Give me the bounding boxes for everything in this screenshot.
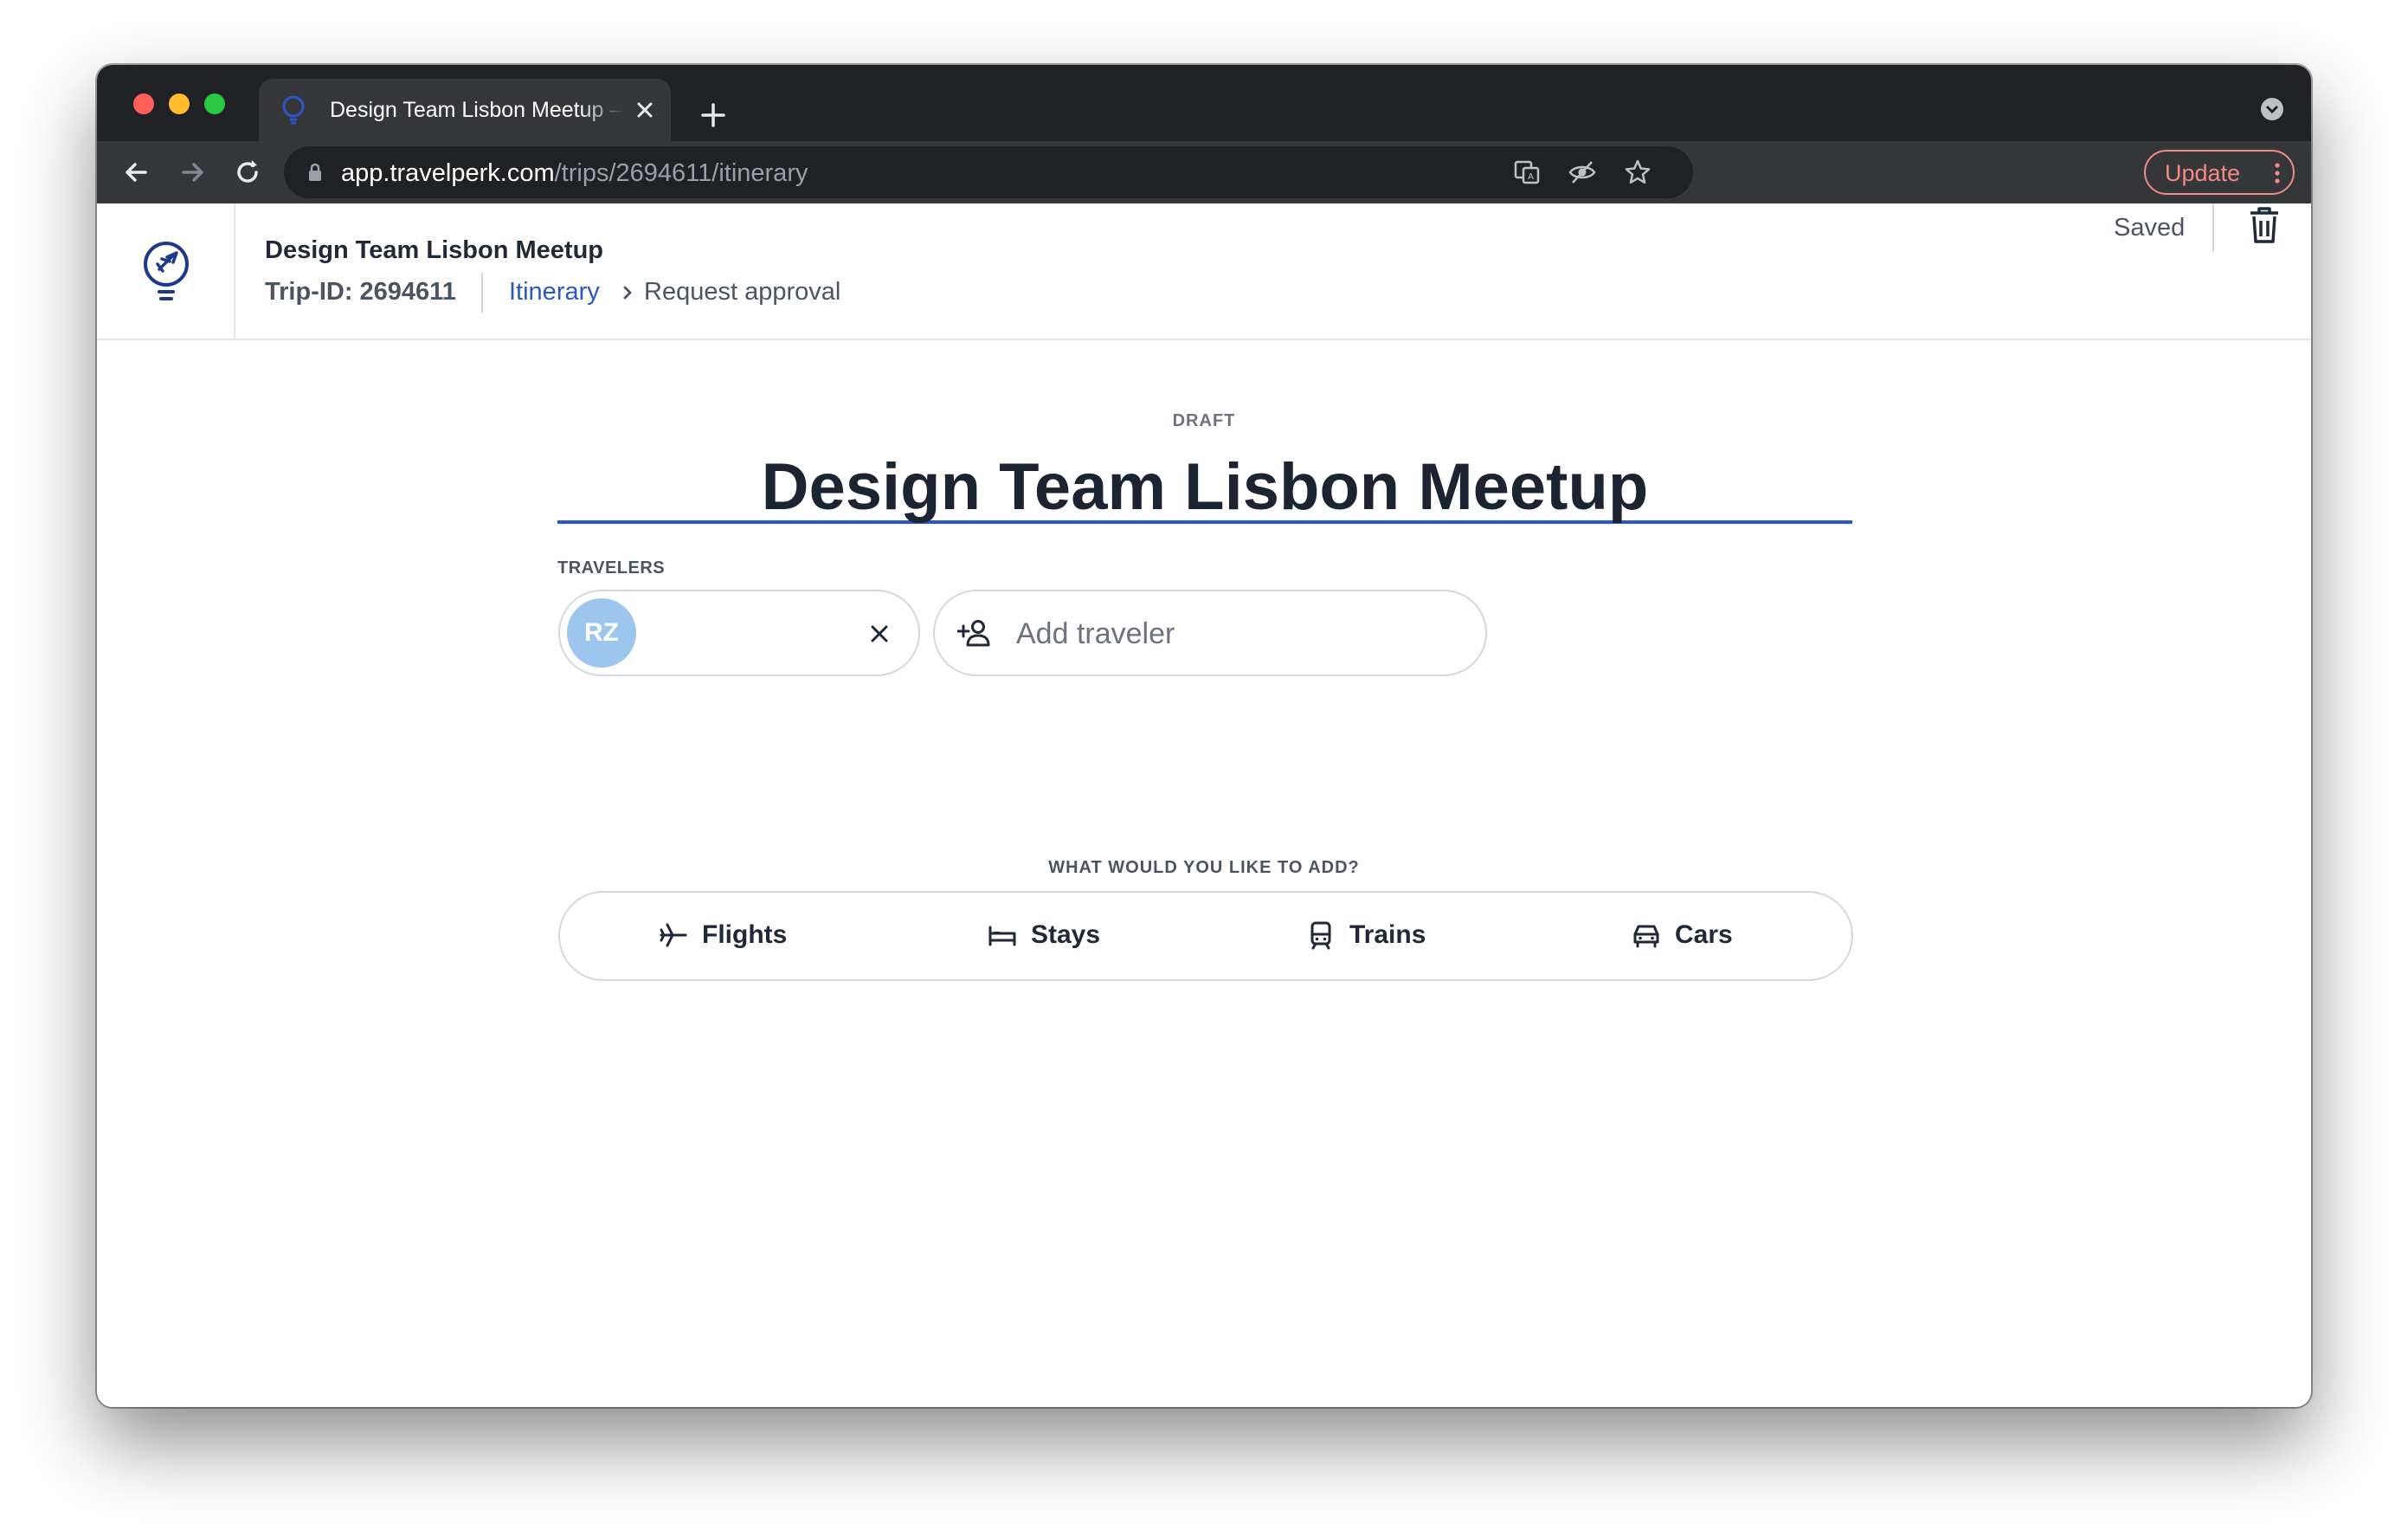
browser-window: Design Team Lisbon Meetup — TravelPerk	[97, 65, 2311, 1407]
travelers-label: TRAVELERS	[557, 558, 666, 578]
add-person-icon	[957, 620, 990, 647]
remove-traveler-icon[interactable]	[868, 623, 891, 645]
traveler-chip[interactable]: RZ	[558, 590, 920, 676]
reload-icon[interactable]	[230, 155, 265, 190]
more-vertical-icon	[2275, 163, 2280, 184]
travelperk-logo-icon[interactable]	[138, 238, 194, 306]
browser-tab[interactable]: Design Team Lisbon Meetup — TravelPerk	[259, 79, 671, 141]
avatar: RZ	[567, 598, 636, 668]
url-text: app.travelperk.com/trips/2694611/itinera…	[341, 159, 808, 187]
cars-label: Cars	[1675, 920, 1733, 949]
travelperk-favicon-icon	[282, 95, 305, 125]
tab-strip: Design Team Lisbon Meetup — TravelPerk	[97, 65, 2311, 141]
lock-icon[interactable]	[303, 160, 327, 184]
car-icon	[1633, 925, 1659, 948]
back-arrow-icon[interactable]	[119, 155, 154, 190]
save-status: Saved	[2114, 214, 2186, 242]
header-trip-name: Design Team Lisbon Meetup	[265, 236, 604, 264]
svg-text:A: A	[1528, 172, 1534, 182]
chevron-right-icon	[623, 286, 632, 300]
trip-title-input[interactable]: Design Team Lisbon Meetup	[557, 446, 1852, 524]
flights-label: Flights	[702, 920, 788, 949]
close-window-button[interactable]	[133, 94, 154, 114]
train-icon	[1310, 921, 1331, 950]
trains-label: Trains	[1349, 920, 1426, 949]
breadcrumb-divider	[481, 273, 483, 313]
new-tab-icon[interactable]	[696, 98, 731, 132]
breadcrumb-request-approval[interactable]: Request approval	[644, 278, 840, 307]
app-content: Design Team Lisbon Meetup Trip-ID: 26946…	[97, 203, 2311, 1407]
stays-button[interactable]: Stays	[988, 893, 1117, 979]
add-services-bar: Flights Stays Trains Cars	[558, 891, 1853, 981]
add-traveler-input[interactable]: Add traveler	[933, 590, 1487, 676]
tab-search-icon[interactable]	[2259, 96, 2285, 122]
trip-header: Design Team Lisbon Meetup Trip-ID: 26946…	[97, 203, 2311, 340]
trash-icon[interactable]	[2247, 205, 2282, 245]
trip-id: Trip-ID: 2694611	[265, 278, 456, 306]
flights-button[interactable]: Flights	[659, 893, 797, 979]
bed-icon	[988, 926, 1016, 946]
header-divider	[2212, 203, 2214, 252]
trains-button[interactable]: Trains	[1306, 893, 1445, 979]
logo-cell	[97, 203, 235, 339]
address-bar[interactable]: app.travelperk.com/trips/2694611/itinera…	[284, 146, 1693, 198]
add-services-label: WHAT WOULD YOU LIKE TO ADD?	[1048, 858, 1360, 877]
trip-status-label: DRAFT	[1172, 411, 1236, 430]
forward-arrow-icon[interactable]	[175, 155, 209, 190]
eye-off-icon[interactable]	[1567, 157, 1598, 188]
close-tab-icon[interactable]	[633, 98, 657, 122]
update-button[interactable]: Update	[2144, 150, 2295, 195]
minimize-window-button[interactable]	[169, 94, 190, 114]
breadcrumb-itinerary[interactable]: Itinerary	[509, 278, 600, 307]
airplane-icon	[660, 923, 687, 947]
stays-label: Stays	[1031, 920, 1101, 949]
cars-button[interactable]: Cars	[1632, 893, 1761, 979]
translate-icon[interactable]: A	[1511, 157, 1542, 188]
trip-title: Design Team Lisbon Meetup	[761, 450, 1649, 524]
browser-toolbar: app.travelperk.com/trips/2694611/itinera…	[97, 141, 2311, 203]
tab-title: Design Team Lisbon Meetup — TravelPerk	[330, 98, 624, 122]
maximize-window-button[interactable]	[204, 94, 225, 114]
bookmark-star-icon[interactable]	[1622, 157, 1653, 188]
add-traveler-placeholder: Add traveler	[1016, 617, 1175, 650]
